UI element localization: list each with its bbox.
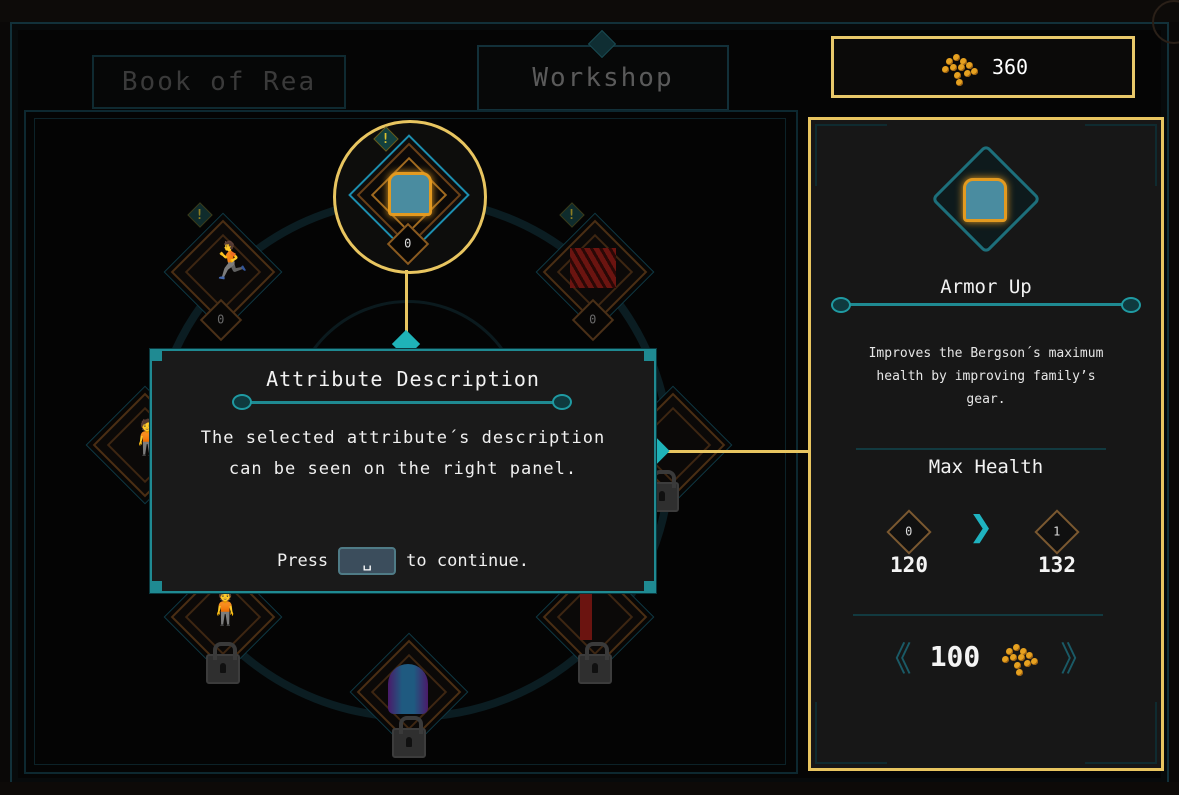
stat-name: Max Health: [928, 456, 1044, 478]
corner-circuit-decoration: [815, 702, 887, 764]
next-stat-value: 132: [1038, 553, 1076, 577]
cost-left-ornament-icon: 《: [877, 640, 912, 680]
description-line: Improves the Bergson´s maximum: [868, 346, 1104, 361]
top-edge: [0, 0, 1179, 22]
title-divider: [841, 303, 1131, 306]
running-figure-icon: 🏃: [208, 241, 253, 282]
armor-icon: [388, 172, 432, 216]
continue-prompt: Press ␣ to continue.: [152, 547, 654, 575]
cost-divider: [853, 614, 1103, 616]
dialog-body-line: can be seen on the right panel.: [228, 459, 578, 479]
stat-divider: [856, 448, 1106, 450]
divider-ornament-icon: [831, 297, 851, 313]
corner-circuit-decoration: [1085, 124, 1157, 186]
corner-circuit-decoration: [815, 124, 887, 186]
corner-ornament-icon: [644, 581, 654, 591]
upgrade-arrow-icon: ❯: [969, 504, 994, 550]
currency-display: 360: [831, 36, 1135, 98]
gold-coins-icon: [998, 638, 1042, 676]
armor-icon: [963, 178, 1007, 222]
corner-ornament-icon: [152, 351, 162, 361]
divider-ornament-icon: [1121, 297, 1141, 313]
space-key-button[interactable]: ␣: [338, 547, 397, 575]
tab-label: Workshop: [532, 63, 674, 93]
lock-icon: [578, 642, 612, 684]
cost-right-ornament-icon: 》: [1060, 640, 1095, 680]
figure-sparks-icon: 🧍: [204, 588, 247, 628]
corner-circuit-decoration: [1085, 702, 1157, 764]
prompt-text: Press: [276, 551, 329, 571]
tutorial-dialog: Attribute Description The selected attri…: [150, 349, 656, 593]
attribute-title: Armor Up: [940, 276, 1032, 298]
bottom-edge: [0, 782, 1179, 795]
divider-ornament-icon: [232, 394, 252, 410]
lightning-tree-icon: [580, 590, 592, 640]
attribute-detail-panel: Armor Up Improves the Bergson´s maximum …: [808, 117, 1164, 771]
current-level-badge: 0: [886, 509, 932, 555]
current-stat-value: 120: [890, 553, 928, 577]
panel-connector: [656, 450, 811, 453]
corner-ornament-icon: [644, 351, 654, 361]
dialog-body: The selected attribute´s description can…: [172, 423, 634, 485]
gold-coins-icon: [938, 48, 982, 86]
tab-book-of-rea[interactable]: Book of Rea: [92, 55, 346, 109]
lock-icon: [206, 642, 240, 684]
upgrade-cost[interactable]: 《 100 》: [811, 632, 1161, 681]
description-line: health by improving family’s: [876, 369, 1096, 384]
tab-label: Book of Rea: [121, 67, 317, 97]
lock-icon: [392, 716, 426, 758]
description-line: gear.: [966, 392, 1006, 407]
attribute-description: Improves the Bergson´s maximum health by…: [841, 342, 1131, 411]
claw-icon: [570, 248, 616, 288]
dialog-body-line: The selected attribute´s description: [200, 428, 606, 448]
dialog-title: Attribute Description: [266, 367, 540, 391]
prompt-text: to continue.: [406, 551, 529, 571]
corner-ornament-icon: [152, 581, 162, 591]
space-key-icon: ␣: [362, 551, 372, 571]
divider-ornament-icon: [552, 394, 572, 410]
currency-amount: 360: [991, 55, 1029, 79]
dialog-divider: [240, 401, 564, 404]
cost-value: 100: [929, 640, 981, 673]
next-level-badge: 1: [1034, 509, 1080, 555]
spirit-icon: [388, 664, 428, 714]
